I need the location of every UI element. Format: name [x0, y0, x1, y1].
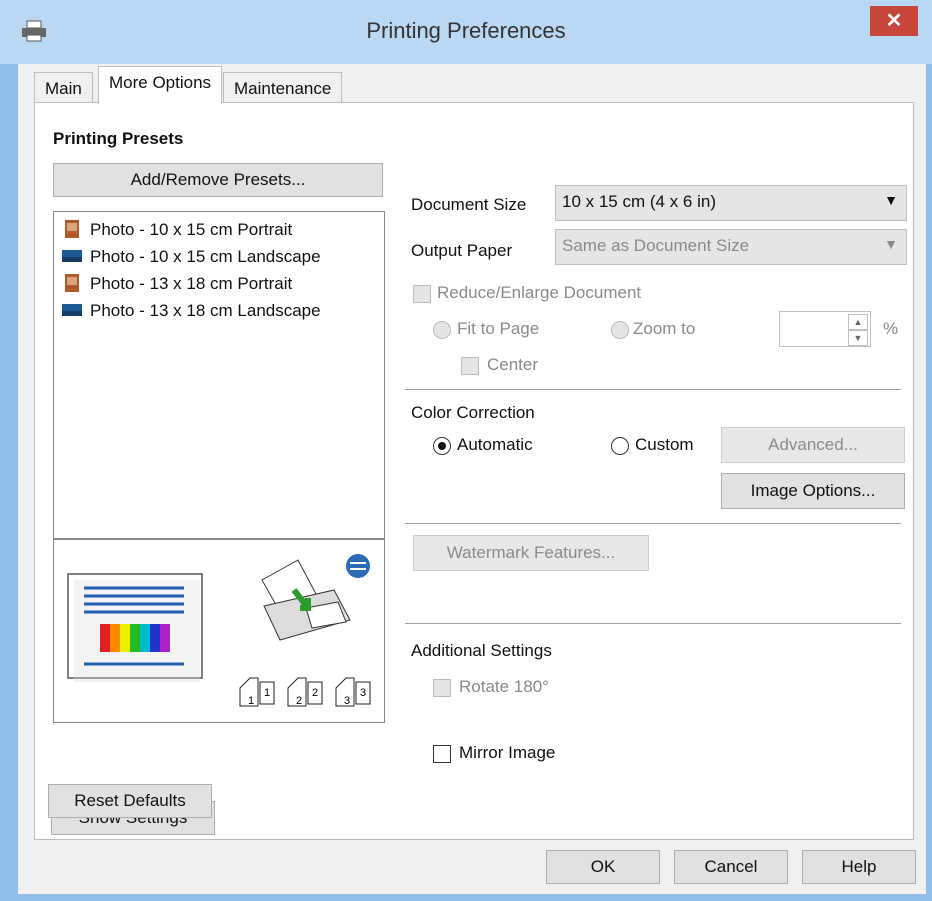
section-divider	[405, 623, 901, 624]
tab-more-options[interactable]: More Options	[98, 66, 223, 104]
ok-button[interactable]: OK	[546, 850, 660, 884]
chevron-down-icon: ▼	[884, 236, 898, 252]
fit-to-page-radio[interactable]	[433, 321, 451, 339]
output-paper-select[interactable]: Same as Document Size ▼	[555, 229, 907, 265]
window-title: Printing Preferences	[366, 18, 566, 43]
svg-text:1: 1	[248, 695, 254, 707]
printing-preferences-window: Printing Preferences ✕ Main More Options…	[0, 0, 932, 901]
list-item[interactable]: Photo - 13 x 18 cm Landscape	[62, 301, 321, 325]
mirror-image-checkbox[interactable]	[433, 745, 451, 763]
close-button[interactable]: ✕	[870, 6, 918, 36]
add-remove-presets-button[interactable]: Add/Remove Presets...	[53, 163, 383, 197]
dialog-client-area: Main More Options Maintenance Printing P…	[18, 64, 926, 894]
photo-landscape-icon	[62, 304, 82, 316]
color-correction-heading: Color Correction	[411, 403, 535, 422]
printer-preview-icon	[261, 554, 370, 641]
watermark-features-button[interactable]: Watermark Features...	[413, 535, 649, 571]
list-item[interactable]: Photo - 10 x 15 cm Portrait	[62, 220, 292, 244]
svg-text:3: 3	[360, 687, 366, 699]
document-size-label: Document Size	[411, 195, 527, 214]
print-preview-area: 1 1 2 2 3 3	[53, 539, 385, 723]
section-divider	[405, 523, 901, 524]
center-label: Center	[487, 355, 539, 374]
reduce-enlarge-checkbox[interactable]	[413, 285, 431, 303]
section-divider	[405, 389, 901, 390]
rotate-180-label: Rotate 180°	[459, 677, 549, 696]
reduce-enlarge-label: Reduce/Enlarge Document	[437, 283, 642, 302]
tab-main[interactable]: Main	[34, 72, 93, 104]
list-item[interactable]: Photo - 13 x 18 cm Portrait	[62, 274, 292, 298]
zoom-to-radio[interactable]	[611, 321, 629, 339]
list-item[interactable]: Photo - 10 x 15 cm Landscape	[62, 247, 321, 271]
mirror-image-label: Mirror Image	[459, 743, 556, 762]
photo-portrait-icon	[65, 274, 79, 292]
title-bar: Printing Preferences ✕	[0, 0, 932, 64]
percent-label: %	[883, 319, 899, 338]
rotate-180-checkbox[interactable]	[433, 679, 451, 697]
document-size-select[interactable]: 10 x 15 cm (4 x 6 in) ▼	[555, 185, 907, 221]
photo-landscape-icon	[62, 250, 82, 262]
presets-list: Photo - 10 x 15 cm Portrait Photo - 10 x…	[53, 211, 385, 539]
advanced-button[interactable]: Advanced...	[721, 427, 905, 463]
help-button[interactable]: Help	[802, 850, 916, 884]
zoom-percent-stepper[interactable]: ▲ ▼	[779, 311, 871, 347]
center-checkbox[interactable]	[461, 357, 479, 375]
custom-label: Custom	[635, 435, 694, 454]
printing-presets-heading: Printing Presets	[53, 129, 184, 148]
automatic-radio[interactable]	[433, 437, 451, 455]
copies-icon: 1 1 2 2 3 3	[239, 677, 371, 707]
spin-down-icon[interactable]: ▼	[848, 330, 868, 346]
chevron-down-icon: ▼	[884, 192, 898, 208]
svg-text:1: 1	[264, 687, 270, 699]
svg-text:3: 3	[344, 695, 350, 707]
fit-to-page-label: Fit to Page	[457, 319, 540, 338]
output-paper-label: Output Paper	[411, 241, 513, 260]
photo-portrait-icon	[65, 220, 79, 238]
custom-radio[interactable]	[611, 437, 629, 455]
svg-text:2: 2	[296, 695, 302, 707]
zoom-to-label: Zoom to	[633, 319, 696, 338]
spin-up-icon[interactable]: ▲	[848, 314, 868, 330]
cancel-button[interactable]: Cancel	[674, 850, 788, 884]
image-options-button[interactable]: Image Options...	[721, 473, 905, 509]
additional-settings-heading: Additional Settings	[411, 641, 552, 660]
close-icon: ✕	[885, 10, 903, 32]
tab-maintenance[interactable]: Maintenance	[223, 72, 343, 104]
svg-text:2: 2	[312, 687, 318, 699]
automatic-label: Automatic	[457, 435, 533, 454]
reset-defaults-button[interactable]: Reset Defaults	[48, 784, 212, 818]
more-options-panel: Printing Presets Add/Remove Presets... P…	[34, 102, 914, 840]
document-size-value: 10 x 15 cm (4 x 6 in)	[562, 192, 717, 211]
output-paper-value: Same as Document Size	[562, 236, 750, 255]
